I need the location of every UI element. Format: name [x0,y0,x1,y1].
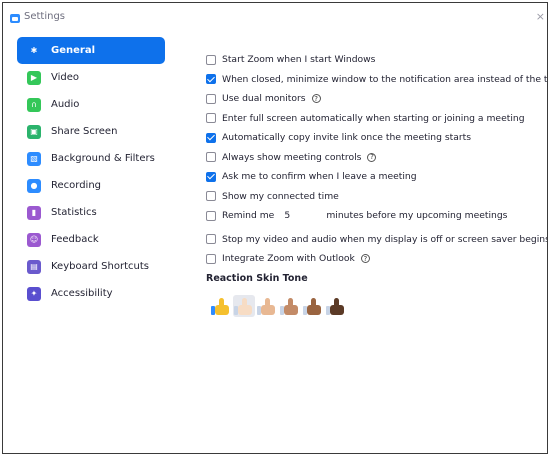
option-label: Enter full screen automatically when sta… [222,112,525,124]
gear-icon: ✱ [30,45,38,55]
thumbs-up-icon-default-yellow[interactable] [210,295,232,317]
checkbox[interactable] [206,152,216,163]
keyboard-icon: ▤ [27,259,41,274]
remind-me-checkbox[interactable] [206,210,216,221]
option-row[interactable]: Stop my video and audio when my display … [206,230,547,250]
option-row[interactable]: Start Zoom when I start Windows [206,50,543,70]
checkbox-checked[interactable] [206,171,216,182]
option-label: Ask me to confirm when I leave a meeting [222,171,417,183]
sidebar-item-label: Accessibility [51,288,113,299]
sidebar-item-share-screen[interactable]: ▣ Share Screen [17,118,165,145]
thumbs-up-icon-medium-light[interactable] [256,295,278,317]
option-label: Integrate Zoom with Outlook [222,253,355,265]
checkbox[interactable] [206,191,216,202]
checkbox[interactable] [206,253,216,264]
option-label: Start Zoom when I start Windows [222,54,376,66]
feedback-icon: ☺ [27,232,41,247]
recording-icon: ● [27,178,41,193]
sidebar-item-label: General [51,45,95,56]
option-row[interactable]: Integrate Zoom with Outlook? [206,249,543,269]
reaction-skin-tone-title: Reaction Skin Tone [206,272,308,284]
sidebar-item-video[interactable]: ▶ Video [17,64,165,91]
sidebar-item-label: Background & Filters [51,153,155,164]
remind-minutes-input[interactable]: 5 [284,210,320,221]
title-bar: Settings × [3,3,547,33]
sidebar-item-general[interactable]: ✱ General [17,37,165,64]
sidebar: ✱ General ▶ Video ∩ Audio ▣ Share Screen ▧ Backgr… [17,37,165,307]
help-icon[interactable]: ? [311,94,321,104]
video-icon: ▶ [27,70,41,85]
option-row[interactable]: Enter full screen automatically when sta… [206,109,543,129]
option-row[interactable]: Show my connected time [206,187,543,207]
sidebar-item-keyboard-shortcuts[interactable]: ▤ Keyboard Shortcuts [17,253,165,280]
thumbs-up-icon-dark[interactable] [325,295,347,317]
checkbox[interactable] [206,113,216,124]
headphones-icon: ∩ [27,97,41,112]
checkbox[interactable] [206,234,216,245]
sidebar-item-label: Share Screen [51,126,118,137]
sidebar-item-feedback[interactable]: ☺ Feedback [17,226,165,253]
skin-tone-picker [210,294,543,317]
sidebar-item-accessibility[interactable]: ✦ Accessibility [17,280,165,307]
option-row[interactable]: Ask me to confirm when I leave a meeting [206,167,543,187]
option-label: Use dual monitors [222,93,306,105]
option-label: Show my connected time [222,190,339,202]
zoom-app-icon [10,14,20,23]
window-title: Settings [24,11,66,22]
checkbox[interactable] [206,93,216,104]
checkbox-checked[interactable] [206,132,216,143]
sidebar-item-label: Statistics [51,207,97,218]
general-settings-panel: Start Zoom when I start Windows When clos… [206,50,547,317]
remind-me-label: Remind me [222,210,275,222]
option-row[interactable]: Always show meeting controls? [206,148,543,168]
sidebar-item-label: Recording [51,180,102,191]
sidebar-item-label: Video [51,72,80,83]
checkbox-checked[interactable] [206,74,216,85]
accessibility-icon: ✦ [27,286,41,301]
sidebar-item-statistics[interactable]: ▮ Statistics [17,199,165,226]
thumbs-up-icon-medium[interactable] [279,295,301,317]
option-label: Stop my video and audio when my display … [222,233,548,245]
help-icon[interactable]: ? [360,254,370,264]
checkbox[interactable] [206,54,216,65]
option-row[interactable]: Automatically copy invite link once the … [206,128,543,148]
share-screen-icon: ▣ [27,124,41,139]
option-label: Automatically copy invite link once the … [222,132,472,144]
sidebar-item-label: Feedback [51,234,99,245]
statistics-icon: ▮ [27,205,41,220]
background-icon: ▧ [27,151,41,166]
option-label: Always show meeting controls [222,151,362,163]
help-icon[interactable]: ? [367,152,377,162]
option-row[interactable]: When closed, minimize window to the noti… [206,70,547,90]
option-row[interactable]: Use dual monitors? [206,89,543,109]
remind-suffix-label: minutes before my upcoming meetings [326,210,508,222]
option-label: When closed, minimize window to the noti… [222,73,548,85]
thumbs-up-icon-medium-dark[interactable] [302,295,324,317]
sidebar-item-recording[interactable]: ● Recording [17,172,165,199]
close-icon[interactable]: × [536,10,545,23]
sidebar-item-background-filters[interactable]: ▧ Background & Filters [17,145,165,172]
thumbs-up-icon-light[interactable] [233,294,255,317]
remind-me-option[interactable]: Remind me 5 minutes before my upcoming m… [206,206,543,226]
sidebar-item-audio[interactable]: ∩ Audio [17,91,165,118]
sidebar-item-label: Keyboard Shortcuts [51,261,149,272]
sidebar-item-label: Audio [51,99,80,110]
settings-window: Settings × ✱ General ▶ Video ∩ Audio ▣ Share Sc… [2,2,548,454]
